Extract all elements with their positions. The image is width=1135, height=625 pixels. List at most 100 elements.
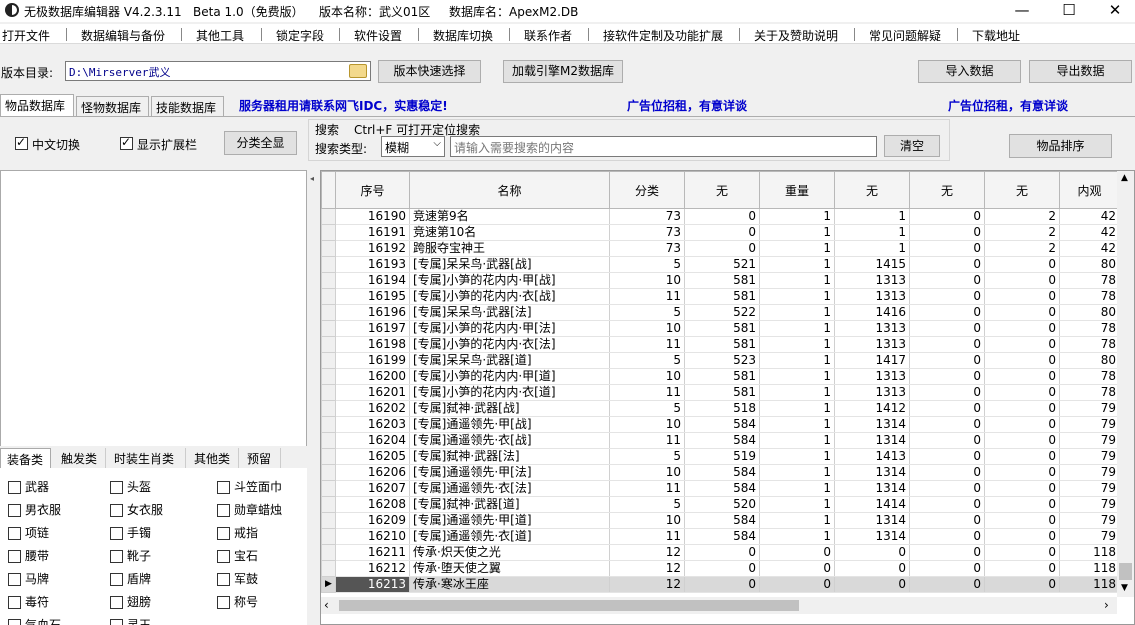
- cell-value[interactable]: 1313: [834, 320, 910, 337]
- cell-value[interactable]: 118: [1059, 576, 1120, 593]
- cell-value[interactable]: 581: [684, 384, 760, 401]
- cell-value[interactable]: 0: [984, 320, 1060, 337]
- cell-value[interactable]: 16190: [335, 208, 410, 225]
- scroll-down-icon[interactable]: ▼: [1121, 583, 1128, 593]
- cell-value[interactable]: 0: [909, 512, 985, 529]
- cell-value[interactable]: 0: [984, 528, 1060, 545]
- table-row[interactable]: 16193 [专属]呆呆鸟·武器[战] 5 521 1 1415 0 0 80: [321, 256, 1120, 273]
- table-row[interactable]: 16198 [专属]小笋的花内内·衣[法] 11 581 1 1313 0 0 78: [321, 336, 1120, 353]
- cell-name[interactable]: [专属]通遥领先·衣[道]: [409, 528, 610, 545]
- cell-name[interactable]: [专属]呆呆鸟·武器[道]: [409, 352, 610, 369]
- cell-value[interactable]: 5: [609, 448, 685, 465]
- cell-name[interactable]: 竞速第10名: [409, 224, 610, 241]
- cell-value[interactable]: 0: [909, 416, 985, 433]
- cell-value[interactable]: 581: [684, 368, 760, 385]
- checkbox-box[interactable]: [110, 527, 123, 540]
- cell-value[interactable]: 16200: [335, 368, 410, 385]
- ltab-reserved[interactable]: 预留: [241, 448, 281, 468]
- cell-value[interactable]: 16207: [335, 480, 410, 497]
- cell-value[interactable]: 1: [759, 320, 835, 337]
- cell-value[interactable]: 10: [609, 272, 685, 289]
- table-row[interactable]: 16196 [专属]呆呆鸟·武器[法] 5 522 1 1416 0 0 80: [321, 304, 1120, 321]
- cell-value[interactable]: 0: [909, 496, 985, 513]
- version-dir-field[interactable]: D:\Mirserver武义: [65, 61, 371, 81]
- cell-value[interactable]: 0: [909, 208, 985, 225]
- load-engine-db-button[interactable]: 加载引擎M2数据库: [503, 60, 623, 83]
- clear-button[interactable]: 清空: [884, 135, 940, 157]
- table-row[interactable]: 16209 [专属]通遥领先·甲[道] 10 584 1 1314 0 0 79: [321, 512, 1120, 529]
- cell-value[interactable]: 79: [1059, 400, 1120, 417]
- cell-value[interactable]: 79: [1059, 448, 1120, 465]
- cell-value[interactable]: 0: [909, 304, 985, 321]
- checkbox-box[interactable]: [8, 504, 21, 517]
- ad-banner-idc[interactable]: 服务器租用请联系网飞IDC，实惠稳定!: [239, 97, 448, 114]
- cell-value[interactable]: 521: [684, 256, 760, 273]
- checkbox-box[interactable]: [217, 596, 230, 609]
- cell-value[interactable]: 0: [909, 272, 985, 289]
- cell-value[interactable]: 79: [1059, 464, 1120, 481]
- menu-item[interactable]: 数据编辑与备份: [81, 27, 165, 44]
- cell-value[interactable]: 11: [609, 480, 685, 497]
- cell-name[interactable]: [专属]通遥领先·衣[法]: [409, 480, 610, 497]
- checkbox-box[interactable]: [8, 527, 21, 540]
- checkbox-box[interactable]: [217, 550, 230, 563]
- cell-value[interactable]: 0: [909, 400, 985, 417]
- cell-value[interactable]: 16206: [335, 464, 410, 481]
- checkbox-box[interactable]: [110, 573, 123, 586]
- table-row[interactable]: 16208 [专属]弑神·武器[道] 5 520 1 1414 0 0 79: [321, 496, 1120, 513]
- cell-value[interactable]: 584: [684, 464, 760, 481]
- cell-value[interactable]: 0: [834, 560, 910, 577]
- checkbox-box[interactable]: [110, 504, 123, 517]
- table-row[interactable]: 16200 [专属]小笋的花内内·甲[道] 10 581 1 1313 0 0 78: [321, 368, 1120, 385]
- table-row[interactable]: 16211 传承·炽天使之光 12 0 0 0 0 0 118: [321, 544, 1120, 561]
- cell-value[interactable]: 1: [759, 384, 835, 401]
- cell-value[interactable]: 0: [984, 400, 1060, 417]
- cell-value[interactable]: 16196: [335, 304, 410, 321]
- cell-name[interactable]: 传承·堕天使之翼: [409, 560, 610, 577]
- cell-name[interactable]: [专属]呆呆鸟·武器[法]: [409, 304, 610, 321]
- menu-item[interactable]: 常见问题解疑: [869, 27, 941, 44]
- cell-value[interactable]: 1415: [834, 256, 910, 273]
- row-indicator[interactable]: [321, 336, 336, 353]
- cell-value[interactable]: 0: [984, 336, 1060, 353]
- cell-value[interactable]: 78: [1059, 368, 1120, 385]
- cell-value[interactable]: 0: [909, 544, 985, 561]
- cell-value[interactable]: 16213: [335, 576, 410, 593]
- cell-value[interactable]: 1: [759, 464, 835, 481]
- row-indicator[interactable]: [321, 480, 336, 497]
- cell-value[interactable]: 581: [684, 288, 760, 305]
- cell-value[interactable]: 1: [759, 528, 835, 545]
- cell-value[interactable]: 1: [759, 208, 835, 225]
- show-all-categories-button[interactable]: 分类全显: [224, 131, 297, 155]
- cell-value[interactable]: 118: [1059, 544, 1120, 561]
- cell-value[interactable]: 0: [984, 480, 1060, 497]
- cell-value[interactable]: 1416: [834, 304, 910, 321]
- cell-value[interactable]: 0: [684, 208, 760, 225]
- cell-value[interactable]: 16212: [335, 560, 410, 577]
- cell-value[interactable]: 0: [834, 544, 910, 561]
- cell-value[interactable]: 16205: [335, 448, 410, 465]
- cell-value[interactable]: 1313: [834, 384, 910, 401]
- cell-value[interactable]: 0: [909, 384, 985, 401]
- close-button[interactable]: ✕: [1092, 0, 1135, 22]
- cell-value[interactable]: 1: [759, 336, 835, 353]
- row-indicator[interactable]: [321, 320, 336, 337]
- menu-item[interactable]: 联系作者: [524, 27, 572, 44]
- menu-item[interactable]: 接软件定制及功能扩展: [603, 27, 723, 44]
- cell-value[interactable]: 0: [684, 544, 760, 561]
- table-row[interactable]: 16204 [专属]通遥领先·衣[战] 11 584 1 1314 0 0 79: [321, 432, 1120, 449]
- cell-name[interactable]: [专属]小笋的花内内·衣[战]: [409, 288, 610, 305]
- table-row[interactable]: 16190 竞速第9名 73 0 1 1 0 2 42: [321, 208, 1120, 225]
- cell-value[interactable]: 78: [1059, 384, 1120, 401]
- cell-value[interactable]: 1314: [834, 464, 910, 481]
- cell-name[interactable]: [专属]弑神·武器[法]: [409, 448, 610, 465]
- item-sort-button[interactable]: 物品排序: [1009, 134, 1112, 158]
- cell-name[interactable]: [专属]弑神·武器[战]: [409, 400, 610, 417]
- table-row[interactable]: 16205 [专属]弑神·武器[法] 5 519 1 1413 0 0 79: [321, 448, 1120, 465]
- table-row[interactable]: 16195 [专属]小笋的花内内·衣[战] 11 581 1 1313 0 0 78: [321, 288, 1120, 305]
- cell-value[interactable]: 0: [909, 368, 985, 385]
- cell-value[interactable]: 1: [834, 240, 910, 257]
- cell-value[interactable]: 0: [909, 240, 985, 257]
- cell-value[interactable]: 1414: [834, 496, 910, 513]
- cell-value[interactable]: 0: [684, 224, 760, 241]
